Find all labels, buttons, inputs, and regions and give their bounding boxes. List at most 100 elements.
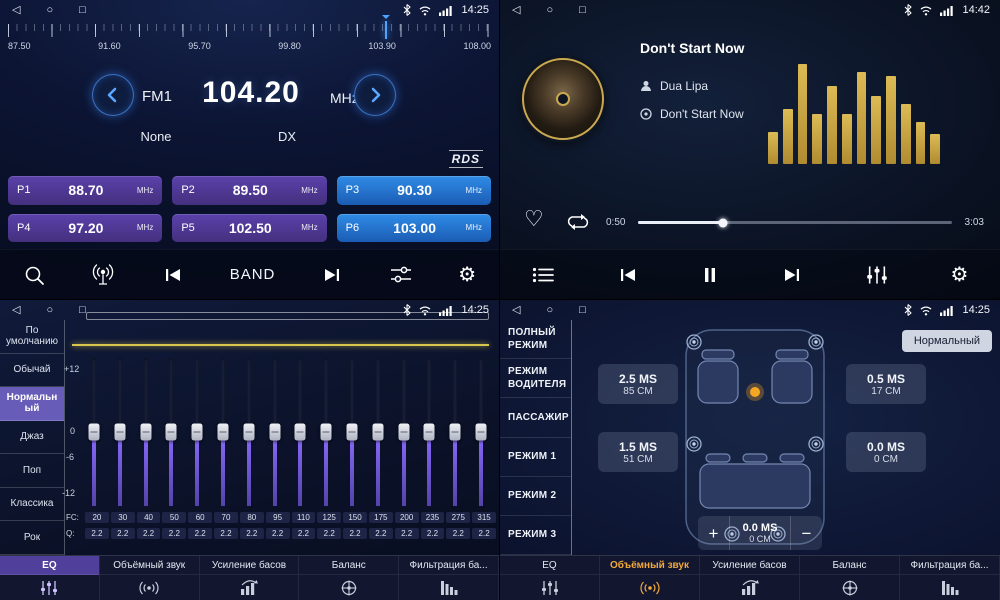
- eq-preset-custom[interactable]: Обычай: [0, 354, 64, 388]
- eq-band-slider[interactable]: [447, 358, 463, 506]
- back-icon[interactable]: ◁: [512, 305, 520, 316]
- slider-handle[interactable]: [295, 424, 306, 441]
- band-button[interactable]: BAND: [230, 266, 276, 283]
- eq-preset-rock[interactable]: Рок: [0, 521, 64, 555]
- equalizer-button[interactable]: [866, 265, 888, 285]
- slider-handle[interactable]: [192, 424, 203, 441]
- slider-handle[interactable]: [269, 424, 280, 441]
- home-icon[interactable]: ○: [46, 5, 53, 16]
- recents-icon[interactable]: □: [79, 305, 86, 316]
- home-icon[interactable]: ○: [546, 305, 553, 316]
- seek-up-button[interactable]: [354, 74, 396, 116]
- auto-scan-button[interactable]: [90, 264, 116, 286]
- pause-button[interactable]: [702, 266, 718, 284]
- recents-icon[interactable]: □: [79, 5, 86, 16]
- dx-mode-label[interactable]: DX: [264, 129, 310, 144]
- eq-band-slider[interactable]: [215, 358, 231, 506]
- eq-band-slider[interactable]: [370, 358, 386, 506]
- delay-increase-button[interactable]: +: [698, 516, 730, 550]
- settings-button[interactable]: ⚙: [458, 265, 476, 285]
- repeat-button[interactable]: [566, 213, 590, 234]
- tab-surround[interactable]: Объёмный звук: [100, 556, 200, 600]
- slider-handle[interactable]: [321, 424, 332, 441]
- eq-preset-classic[interactable]: Классика: [0, 488, 64, 522]
- delay-rear-left[interactable]: 1.5 MS 51 CM: [598, 432, 678, 472]
- tab-filter[interactable]: Фильтрация ба...: [900, 556, 1000, 600]
- recents-icon[interactable]: □: [579, 305, 586, 316]
- delay-rear-right[interactable]: 0.0 MS 0 CM: [846, 432, 926, 472]
- progress-bar[interactable]: [638, 221, 952, 224]
- tuner-scale[interactable]: 87.50 91.60 95.70 99.80 103.90 108.00: [8, 24, 491, 60]
- mode-passenger[interactable]: ПАССАЖИР: [500, 398, 571, 437]
- home-icon[interactable]: ○: [546, 5, 553, 16]
- slider-handle[interactable]: [424, 424, 435, 441]
- slider-handle[interactable]: [217, 424, 228, 441]
- eq-preset-normal[interactable]: Нормальный: [0, 387, 64, 421]
- progress-knob[interactable]: [718, 218, 727, 227]
- slider-handle[interactable]: [114, 424, 125, 441]
- preset-button-p1[interactable]: P188.70MHz: [8, 176, 162, 205]
- tab-filter[interactable]: Фильтрация ба...: [399, 556, 499, 600]
- delay-decrease-button[interactable]: −: [790, 516, 822, 550]
- mode-driver[interactable]: РЕЖИМ ВОДИТЕЛЯ: [500, 359, 571, 398]
- preset-button-p5[interactable]: P5102.50MHz: [172, 214, 326, 243]
- eq-band-slider[interactable]: [318, 358, 334, 506]
- slider-handle[interactable]: [475, 424, 486, 441]
- back-icon[interactable]: ◁: [12, 5, 20, 16]
- next-track-button[interactable]: [781, 266, 803, 284]
- tuner-pointer[interactable]: [385, 21, 387, 39]
- eq-band-slider[interactable]: [421, 358, 437, 506]
- eq-band-slider[interactable]: [396, 358, 412, 506]
- tab-bass-boost[interactable]: Усиление басов: [700, 556, 800, 600]
- tab-balance[interactable]: Баланс: [299, 556, 399, 600]
- preset-button-p3[interactable]: P390.30MHz: [337, 176, 491, 205]
- eq-band-slider[interactable]: [473, 358, 489, 506]
- mode-1[interactable]: РЕЖИМ 1: [500, 438, 571, 477]
- slider-handle[interactable]: [140, 424, 151, 441]
- album-art[interactable]: [522, 58, 604, 140]
- eq-band-slider[interactable]: [267, 358, 283, 506]
- eq-band-slider[interactable]: [112, 358, 128, 506]
- delay-front-right[interactable]: 0.5 MS 17 CM: [846, 364, 926, 404]
- back-icon[interactable]: ◁: [12, 305, 20, 316]
- eq-band-slider[interactable]: [344, 358, 360, 506]
- eq-band-slider[interactable]: [189, 358, 205, 506]
- sound-preset-button[interactable]: Нормальный: [902, 330, 992, 352]
- next-station-button[interactable]: [321, 266, 343, 284]
- eq-band-slider[interactable]: [86, 358, 102, 506]
- preset-button-p6[interactable]: P6103.00MHz: [337, 214, 491, 243]
- slider-handle[interactable]: [166, 424, 177, 441]
- recents-icon[interactable]: □: [579, 5, 586, 16]
- prev-track-button[interactable]: [617, 266, 639, 284]
- eq-preset-pop[interactable]: Поп: [0, 454, 64, 488]
- slider-handle[interactable]: [398, 424, 409, 441]
- tab-surround[interactable]: Объёмный звук: [600, 556, 700, 600]
- eq-band-slider[interactable]: [292, 358, 308, 506]
- slider-handle[interactable]: [346, 424, 357, 441]
- tab-bass-boost[interactable]: Усиление басов: [200, 556, 300, 600]
- tab-eq[interactable]: EQ: [0, 556, 100, 600]
- preset-button-p2[interactable]: P289.50MHz: [172, 176, 326, 205]
- mode-full[interactable]: ПОЛНЫЙ РЕЖИМ: [500, 320, 571, 359]
- eq-band-slider[interactable]: [241, 358, 257, 506]
- playlist-button[interactable]: [532, 267, 554, 283]
- delay-front-left[interactable]: 2.5 MS 85 CM: [598, 364, 678, 404]
- seek-down-button[interactable]: [92, 74, 134, 116]
- eq-preset-jazz[interactable]: Джаз: [0, 421, 64, 455]
- slider-handle[interactable]: [372, 424, 383, 441]
- tuner-options-button[interactable]: [389, 265, 413, 285]
- favorite-button[interactable]: ♡: [524, 208, 544, 230]
- slider-handle[interactable]: [450, 424, 461, 441]
- slider-handle[interactable]: [89, 424, 100, 441]
- prev-station-button[interactable]: [162, 266, 184, 284]
- eq-band-slider[interactable]: [138, 358, 154, 506]
- mode-2[interactable]: РЕЖИМ 2: [500, 477, 571, 516]
- slider-handle[interactable]: [243, 424, 254, 441]
- mode-3[interactable]: РЕЖИМ 3: [500, 516, 571, 555]
- home-icon[interactable]: ○: [46, 305, 53, 316]
- eq-preset-default[interactable]: По умолчанию: [0, 320, 64, 354]
- tab-eq[interactable]: EQ: [500, 556, 600, 600]
- back-icon[interactable]: ◁: [512, 5, 520, 16]
- search-button[interactable]: [23, 264, 45, 286]
- tab-balance[interactable]: Баланс: [800, 556, 900, 600]
